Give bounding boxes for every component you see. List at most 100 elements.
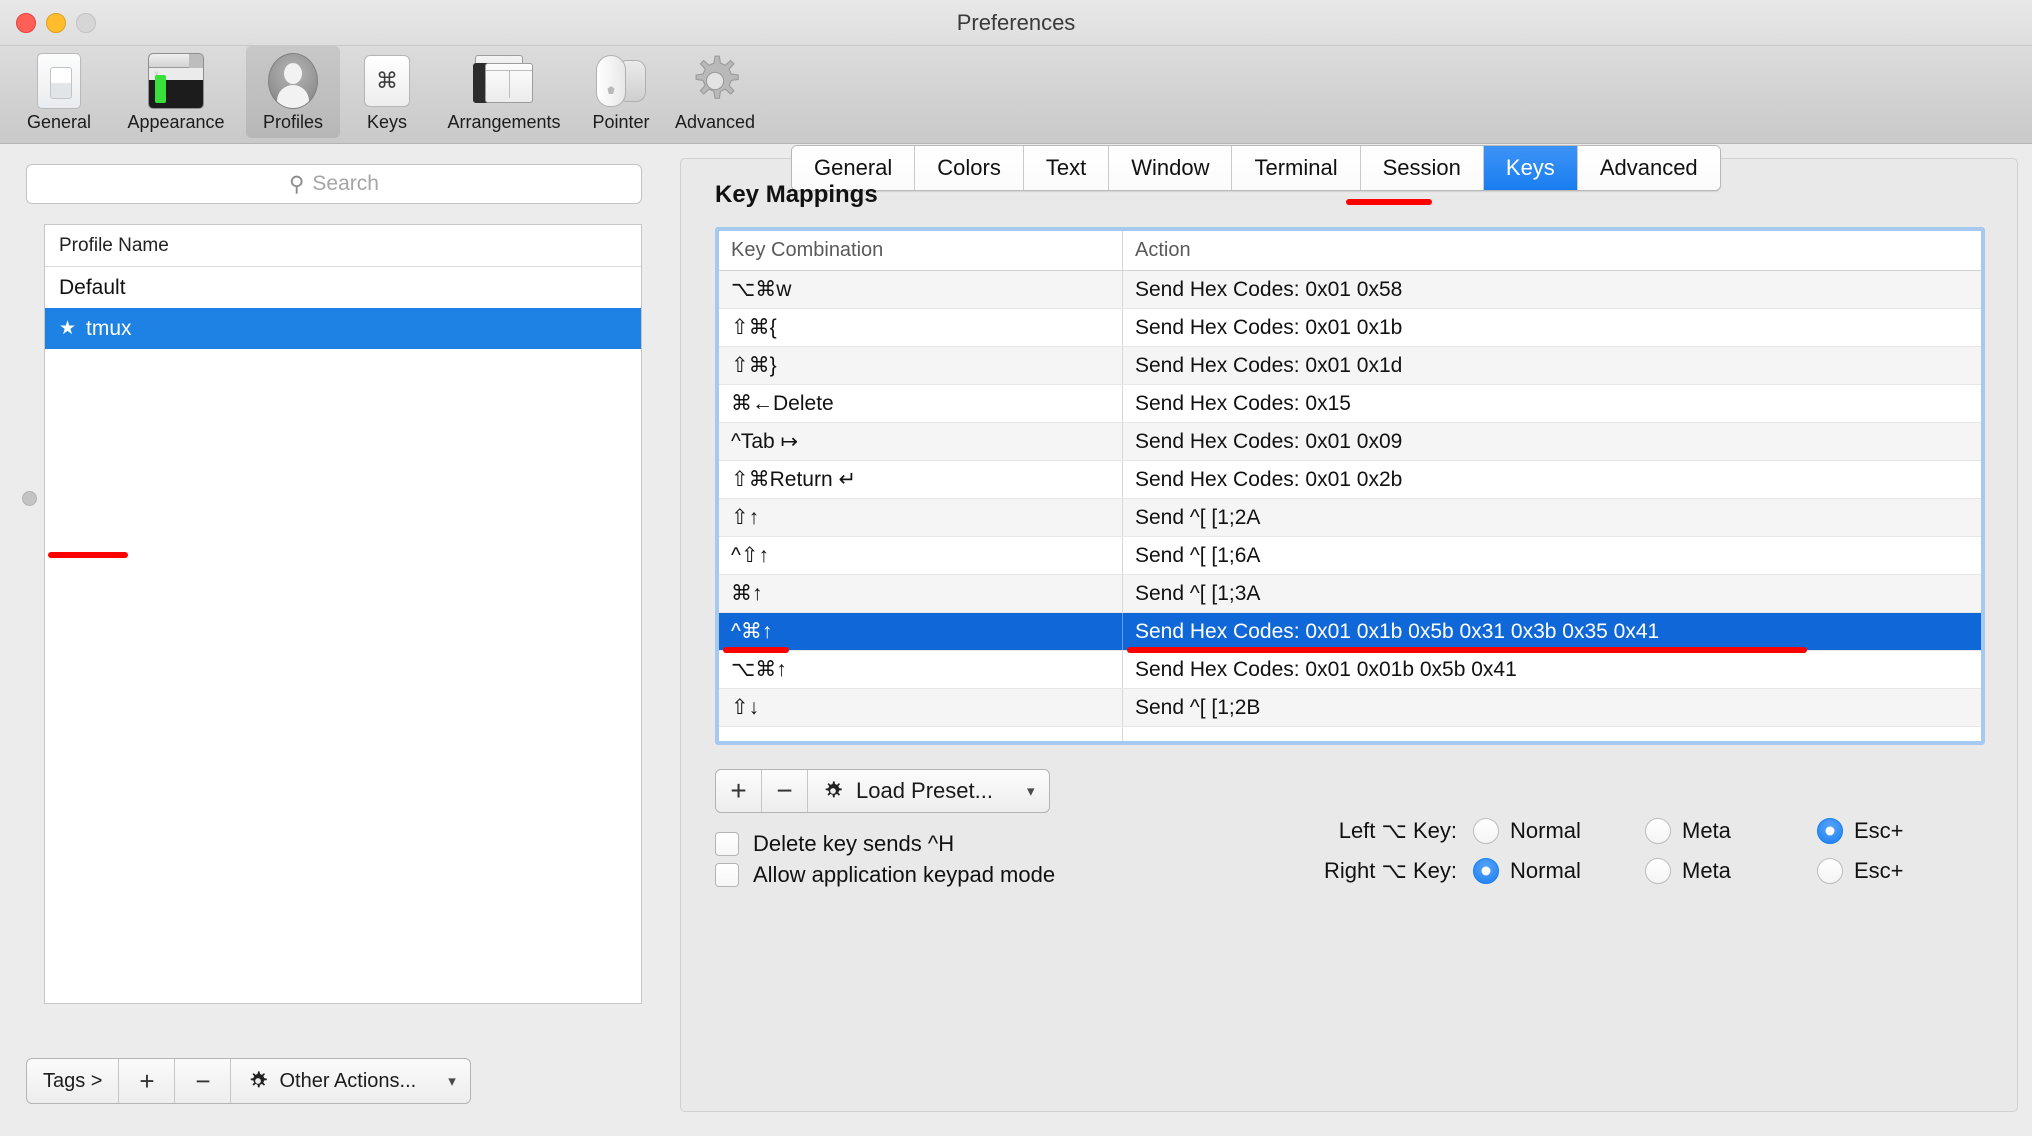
profile-row-default[interactable]: Default — [45, 267, 641, 308]
tab-keys[interactable]: Keys — [1483, 146, 1578, 190]
right-option-esc-label: Esc+ — [1854, 858, 1904, 883]
key-combination-cell: ⌘↑ — [719, 575, 1123, 612]
key-mappings-table[interactable]: Key Combination Action ⌥⌘w Send Hex Code… — [715, 227, 1985, 745]
right-option-esc-option[interactable]: Esc+ — [1817, 858, 1989, 884]
tags-button[interactable]: Tags > — [27, 1059, 120, 1103]
person-silhouette-icon — [268, 52, 318, 110]
toolbar-item-keys[interactable]: ⌘ Keys — [340, 46, 434, 133]
key-combination-cell: ⌥⌘w — [719, 271, 1123, 308]
table-row[interactable]: ⇧⌘Return ↵ Send Hex Codes: 0x01 0x2b — [719, 461, 1981, 499]
table-row[interactable]: ⇧⌘{ Send Hex Codes: 0x01 0x1b — [719, 309, 1981, 347]
action-cell: Send ^[ [1;6A — [1135, 543, 1261, 567]
left-option-esc-option[interactable]: Esc+ — [1817, 818, 1989, 844]
selected-action-underline-annotation — [1127, 647, 1807, 653]
right-option-normal-option[interactable]: Normal — [1473, 858, 1645, 884]
key-combination-cell: ⌘←Delete — [719, 385, 1123, 422]
profile-settings-panel: General Colors Text Window Terminal Sess… — [680, 145, 2018, 1112]
column-header-action: Action — [1135, 239, 1191, 261]
key-combination-cell: ⌥⌘↑ — [719, 651, 1123, 688]
action-cell: Send Hex Codes: 0x01 0x01b 0x5b 0x41 — [1135, 657, 1517, 681]
table-row[interactable]: ⌥⌘↑ Send Hex Codes: 0x01 0x01b 0x5b 0x41 — [719, 651, 1981, 689]
action-cell: Send ^[ [1;3A — [1135, 581, 1261, 605]
mouse-icon — [594, 52, 648, 110]
table-row[interactable]: ⇧↓ Send ^[ [1;2B — [719, 689, 1981, 727]
tab-window[interactable]: Window — [1109, 146, 1233, 190]
toolbar-item-appearance[interactable]: x Appearance — [106, 46, 246, 133]
search-icon: ⚲ — [289, 172, 305, 196]
option-key-settings: Left ⌥ Key: Normal Meta Esc+ Right ⌥ Key… — [1257, 811, 1989, 891]
key-mapping-preset-bar: + − Load Preset... ▾ — [715, 769, 1050, 813]
toolbar-label-pointer: Pointer — [592, 112, 650, 132]
sidebar-splitter-handle[interactable] — [22, 491, 37, 506]
terminal-window-icon: x — [148, 52, 204, 110]
allow-application-keypad-mode-checkbox[interactable] — [715, 863, 739, 887]
action-cell: Send ^[ [1;2B — [1135, 695, 1261, 719]
add-key-mapping-button[interactable]: + — [716, 770, 762, 812]
action-cell: Send Hex Codes: 0x01 0x1b — [1135, 315, 1403, 339]
left-option-key-label: Left ⌥ Key: — [1338, 818, 1457, 843]
selected-key-combination-underline-annotation — [723, 647, 789, 653]
action-cell — [1123, 727, 1981, 741]
key-combination-cell: ⇧↓ — [719, 689, 1123, 726]
radio-icon-selected[interactable] — [1473, 858, 1499, 884]
key-combination-cell: ⇧⌘{ — [719, 309, 1123, 346]
table-row-selected[interactable]: ^⌘↑ Send Hex Codes: 0x01 0x1b 0x5b 0x31 … — [719, 613, 1981, 651]
table-row[interactable]: ⌘←Delete Send Hex Codes: 0x15 — [719, 385, 1981, 423]
delete-key-sends-ctrl-h-checkbox[interactable] — [715, 832, 739, 856]
other-actions-dropdown[interactable]: Other Actions... ▾ — [231, 1059, 469, 1103]
window-arrangement-icon — [473, 52, 535, 110]
table-row[interactable]: ⇧↑ Send ^[ [1;2A — [719, 499, 1981, 537]
toolbar-item-profiles[interactable]: Profiles — [246, 46, 340, 138]
right-option-meta-option[interactable]: Meta — [1645, 858, 1817, 884]
remove-key-mapping-button[interactable]: − — [762, 770, 808, 812]
left-option-meta-option[interactable]: Meta — [1645, 818, 1817, 844]
left-option-normal-option[interactable]: Normal — [1473, 818, 1645, 844]
delete-key-sends-ctrl-h-row[interactable]: Delete key sends ^H — [715, 831, 954, 857]
radio-icon-selected[interactable] — [1817, 818, 1843, 844]
toolbar-label-arrangements: Arrangements — [447, 112, 561, 132]
table-row[interactable]: ^Tab ↦ Send Hex Codes: 0x01 0x09 — [719, 423, 1981, 461]
search-input[interactable]: ⚲ Search — [26, 164, 642, 204]
toolbar-item-arrangements[interactable]: Arrangements — [434, 46, 574, 133]
table-row[interactable]: ⌘↑ Send ^[ [1;3A — [719, 575, 1981, 613]
table-row[interactable]: ^⇧↑ Send ^[ [1;6A — [719, 537, 1981, 575]
add-profile-button[interactable]: + — [119, 1059, 176, 1103]
remove-profile-button[interactable]: − — [175, 1059, 232, 1103]
toolbar-item-advanced[interactable]: Advanced — [668, 46, 762, 133]
gear-icon — [825, 781, 842, 798]
key-combination-cell: ^⌘↑ — [719, 613, 1123, 650]
gear-icon — [688, 52, 742, 110]
profile-table-header: Profile Name — [45, 225, 641, 267]
window-titlebar: Preferences — [0, 0, 2032, 46]
action-cell: Send Hex Codes: 0x01 0x58 — [1135, 277, 1403, 301]
load-preset-dropdown[interactable]: Load Preset... ▾ — [808, 770, 1049, 812]
tab-session[interactable]: Session — [1360, 146, 1484, 190]
tab-colors[interactable]: Colors — [915, 146, 1024, 190]
key-mappings-heading: Key Mappings — [715, 181, 878, 208]
toolbar-item-pointer[interactable]: Pointer — [574, 46, 668, 133]
profile-tab-bar: General Colors Text Window Terminal Sess… — [791, 145, 1721, 191]
profile-row-tmux[interactable]: ★ tmux — [45, 308, 641, 349]
tab-terminal[interactable]: Terminal — [1232, 146, 1361, 190]
right-option-meta-label: Meta — [1682, 858, 1731, 883]
profiles-sidebar: ⚲ Search Profile Name Default ★ tmux Tag… — [0, 144, 668, 1136]
toolbar-item-general[interactable]: General — [12, 46, 106, 133]
load-preset-label: Load Preset... — [856, 778, 993, 803]
profile-list-table: Profile Name Default ★ tmux — [44, 224, 642, 1004]
radio-icon[interactable] — [1817, 858, 1843, 884]
left-option-esc-label: Esc+ — [1854, 818, 1904, 843]
preferences-content: ⚲ Search Profile Name Default ★ tmux Tag… — [0, 144, 2032, 1136]
allow-application-keypad-mode-row[interactable]: Allow application keypad mode — [715, 862, 1055, 888]
radio-icon[interactable] — [1645, 858, 1671, 884]
radio-icon[interactable] — [1645, 818, 1671, 844]
table-row[interactable] — [719, 727, 1981, 741]
general-toggle-icon — [37, 52, 81, 110]
table-row[interactable]: ⇧⌘} Send Hex Codes: 0x01 0x1d — [719, 347, 1981, 385]
window-title: Preferences — [956, 10, 1076, 35]
table-row[interactable]: ⌥⌘w Send Hex Codes: 0x01 0x58 — [719, 271, 1981, 309]
tab-advanced[interactable]: Advanced — [1577, 146, 1720, 190]
key-combination-cell: ⇧↑ — [719, 499, 1123, 536]
key-combination-cell: ⇧⌘} — [719, 347, 1123, 384]
tab-text[interactable]: Text — [1023, 146, 1110, 190]
radio-icon[interactable] — [1473, 818, 1499, 844]
